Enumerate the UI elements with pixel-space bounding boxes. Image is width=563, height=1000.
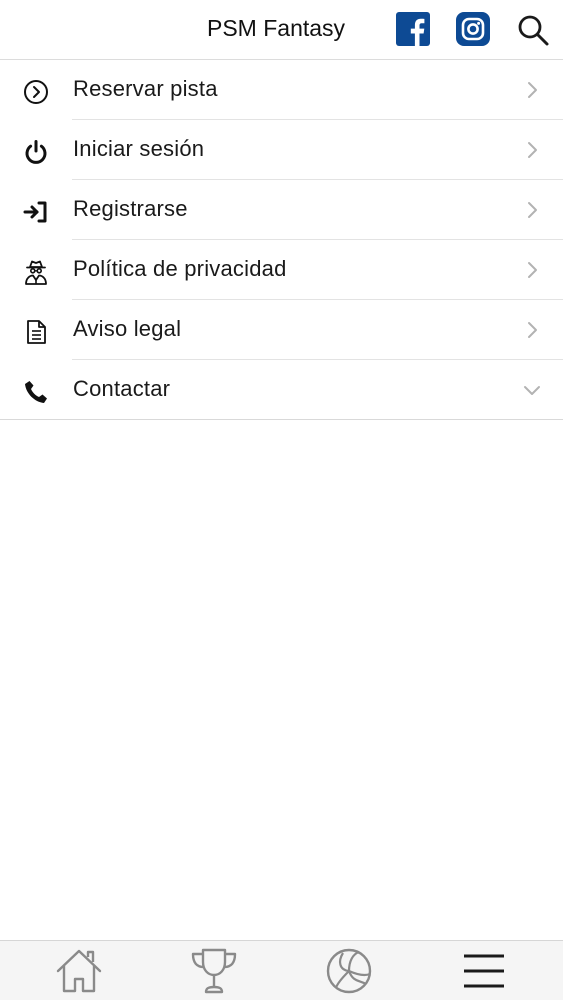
menu-item-label: Iniciar sesión (73, 136, 205, 161)
bottom-tab-bar (0, 940, 563, 1000)
instagram-icon (456, 12, 490, 46)
home-icon (56, 949, 102, 993)
menu-item-registrarse[interactable]: Registrarse (0, 180, 563, 240)
user-secret-icon (25, 260, 47, 285)
trophy-icon (191, 948, 237, 994)
search-button[interactable] (515, 12, 551, 48)
menu-item-label: Aviso legal (73, 316, 182, 341)
tab-home[interactable] (53, 946, 105, 996)
menu-item-reservar-pista[interactable]: Reservar pista (0, 60, 563, 120)
tab-volleyball[interactable] (323, 946, 375, 996)
menu-item-label: Registrarse (73, 196, 188, 221)
phone-icon (25, 381, 47, 403)
power-icon (25, 140, 47, 164)
divider (0, 419, 563, 420)
app-title: PSM Fantasy (207, 15, 346, 41)
document-icon (27, 320, 46, 344)
chevron-right-icon (528, 322, 537, 338)
app-header: PSM Fantasy (0, 0, 563, 60)
chevron-right-icon (528, 142, 537, 158)
chevron-right-icon (528, 262, 537, 278)
volleyball-icon (326, 948, 372, 994)
instagram-button[interactable] (456, 12, 490, 46)
sign-in-icon (23, 201, 47, 223)
tab-trophy[interactable] (188, 946, 240, 996)
hamburger-menu-icon (464, 954, 504, 988)
side-menu-list: Reservar pista Iniciar sesión Registrars… (0, 60, 563, 420)
menu-item-aviso-legal[interactable]: Aviso legal (0, 300, 563, 360)
facebook-icon (396, 12, 430, 46)
facebook-button[interactable] (396, 12, 430, 46)
search-icon (518, 15, 549, 46)
menu-item-contactar[interactable]: Contactar (0, 360, 563, 420)
menu-item-label: Reservar pista (73, 76, 218, 101)
chevron-right-icon (528, 82, 537, 98)
circle-chevron-right-icon (24, 80, 48, 104)
tab-menu[interactable] (458, 946, 510, 996)
menu-item-label: Política de privacidad (73, 256, 287, 281)
chevron-right-icon (528, 202, 537, 218)
menu-item-iniciar-sesion[interactable]: Iniciar sesión (0, 120, 563, 180)
menu-item-politica-privacidad[interactable]: Política de privacidad (0, 240, 563, 300)
chevron-down-icon (524, 386, 540, 395)
menu-item-label: Contactar (73, 376, 171, 401)
